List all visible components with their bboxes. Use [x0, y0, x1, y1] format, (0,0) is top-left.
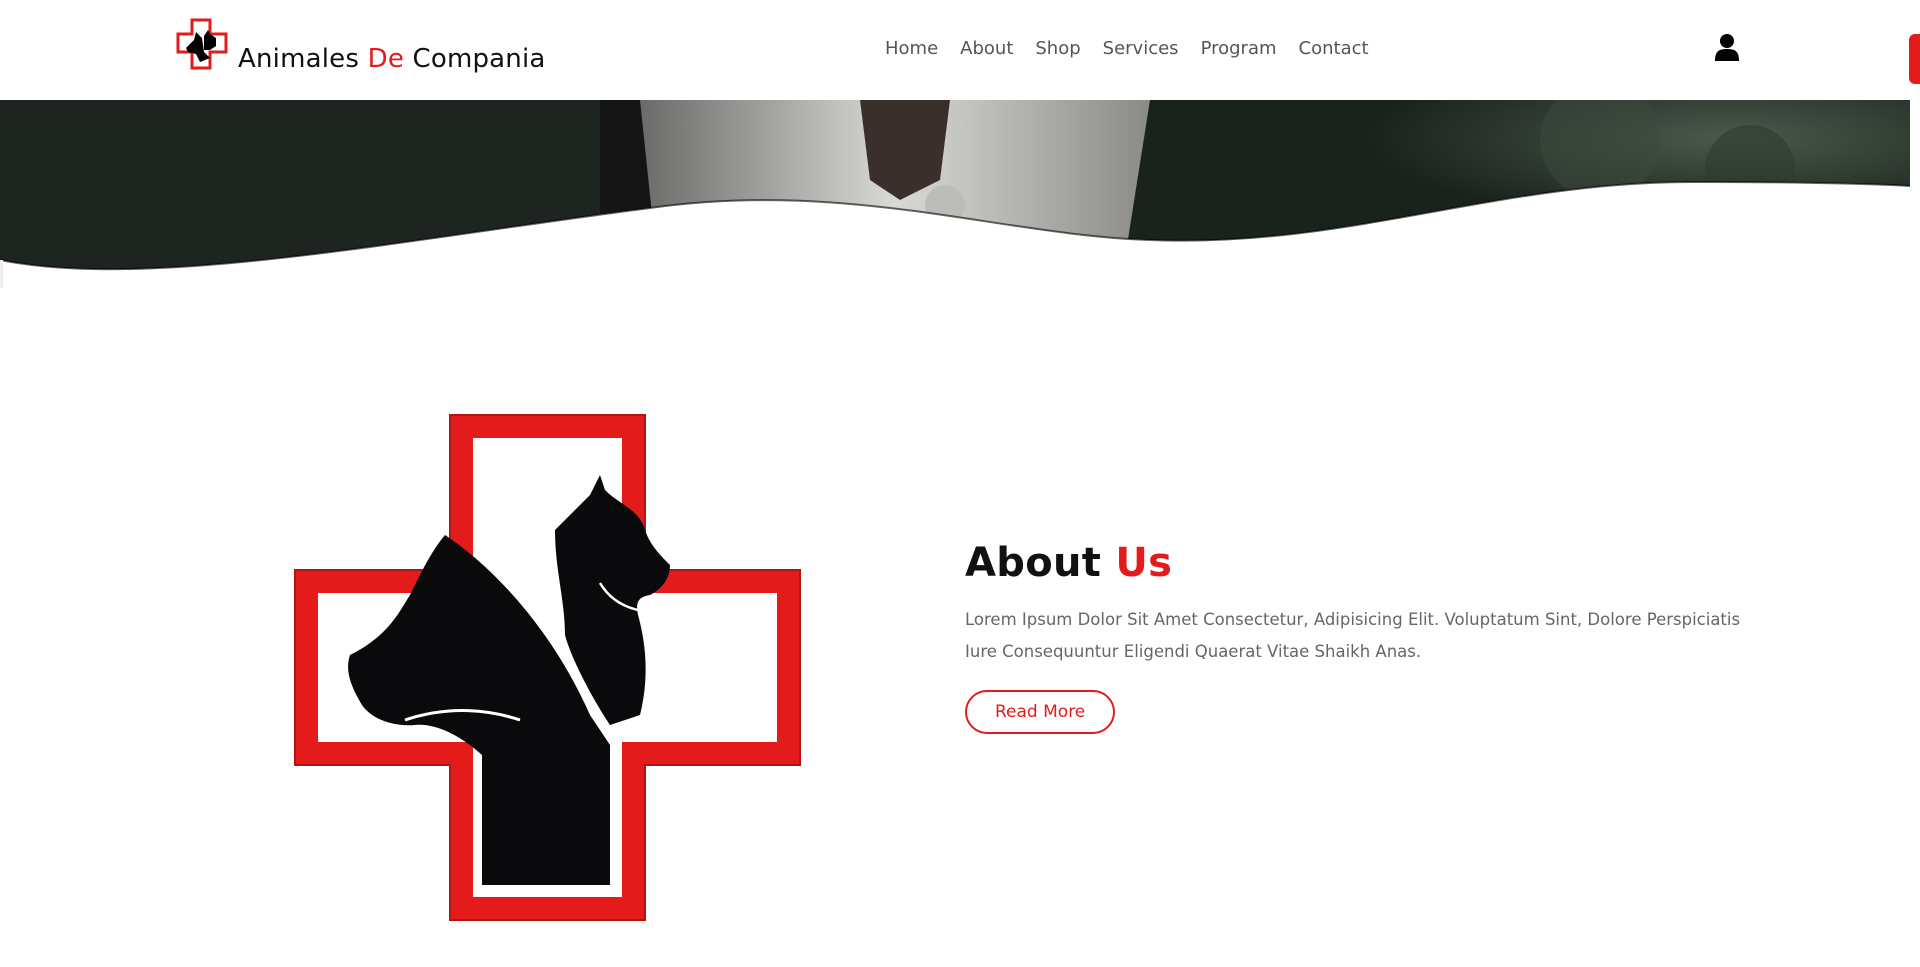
about-content: About Us Lorem Ipsum Dolor Sit Amet Cons…	[965, 540, 1745, 734]
brand-name-part2: Compania	[404, 44, 546, 74]
about-heading-accent: Us	[1115, 540, 1173, 586]
nav-about[interactable]: About	[960, 38, 1013, 59]
scroll-indicator[interactable]	[1909, 34, 1920, 84]
nav-home[interactable]: Home	[885, 38, 938, 59]
about-description: Lorem Ipsum Dolor Sit Amet Consectetur, …	[965, 610, 1741, 661]
brand-logo[interactable]: Animales De Compania	[176, 18, 546, 74]
pet-clinic-cross-image	[294, 414, 801, 921]
nav-program[interactable]: Program	[1201, 38, 1277, 59]
brand-name: Animales De Compania	[238, 44, 546, 74]
nav-services[interactable]: Services	[1103, 38, 1179, 59]
site-header: Animales De Compania Home About Shop Ser…	[0, 0, 1910, 100]
nav-contact[interactable]: Contact	[1299, 38, 1369, 59]
brand-name-accent: De	[367, 44, 405, 74]
pet-cross-logo-icon	[176, 18, 228, 70]
hero-background-image	[0, 100, 1910, 290]
nav-shop[interactable]: Shop	[1035, 38, 1080, 59]
user-icon[interactable]	[1715, 33, 1739, 63]
main-nav: Home About Shop Services Program Contact	[885, 38, 1391, 59]
about-heading-main: About	[965, 540, 1116, 586]
read-more-button[interactable]: Read More	[965, 690, 1116, 734]
hero-banner	[0, 100, 1910, 290]
brand-name-part1: Animales	[238, 44, 368, 74]
section-edge-marker	[0, 260, 3, 288]
about-heading: About Us	[965, 540, 1745, 586]
